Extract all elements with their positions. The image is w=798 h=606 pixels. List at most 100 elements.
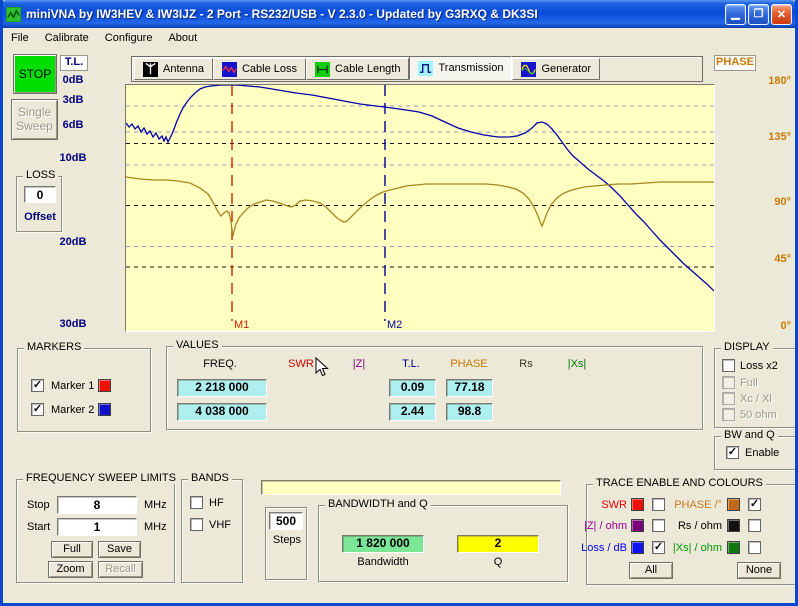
cable-length-icon — [315, 62, 330, 77]
tab-generator[interactable]: Generator — [512, 58, 600, 80]
tl-tick-30db: 30dB — [51, 318, 95, 330]
sweep-group-title: FREQUENCY SWEEP LIMITS — [23, 472, 179, 484]
phase-value-m1: 77.18 — [446, 379, 493, 397]
close-button[interactable]: ✕ — [771, 4, 792, 25]
trace-phase-label: PHASE /° — [667, 499, 722, 511]
tl-tick-10db: 10dB — [51, 152, 95, 164]
menu-calibrate[interactable]: Calibrate — [37, 30, 97, 46]
bwq-enable-checkbox[interactable] — [726, 446, 739, 459]
trace-swr-label: SWR — [587, 499, 627, 511]
values-header-tl: T.L. — [381, 358, 441, 370]
trace-swr-swatch[interactable] — [631, 498, 644, 511]
band-hf-label: HF — [209, 497, 224, 509]
phase-tick-0: 0° — [747, 320, 791, 332]
bandwidth-value: 1 820 000 — [342, 535, 424, 553]
generator-icon — [521, 62, 536, 77]
marker2-checkbox[interactable] — [31, 403, 44, 416]
trace-loss-label: Loss / dB — [577, 542, 627, 554]
sweep-stop-label: Stop — [27, 499, 50, 511]
tl-tick-3db: 3dB — [51, 94, 95, 106]
chart-area[interactable]: M1M2 — [125, 84, 715, 332]
marker1-checkbox[interactable] — [31, 379, 44, 392]
chart-svg: M1M2 — [126, 85, 714, 331]
tl-tick-20db: 20dB — [51, 236, 95, 248]
trace-rs-swatch[interactable] — [727, 519, 740, 532]
titlebar: miniVNA by IW3HEV & IW3IJZ - 2 Port - RS… — [0, 0, 798, 28]
trace-phase-checkbox[interactable] — [748, 498, 761, 511]
sweep-group: FREQUENCY SWEEP LIMITS Stop MHz Start MH… — [16, 479, 175, 583]
bandwidth-q-group: BANDWIDTH and Q 1 820 000 Bandwidth 2 Q — [318, 505, 568, 582]
tab-generator-label: Generator — [541, 63, 591, 75]
recall-button[interactable]: Recall — [98, 561, 143, 578]
svg-text:M1: M1 — [234, 319, 249, 331]
display-xcxl-label: Xc / Xl — [740, 393, 772, 405]
trace-group: TRACE ENABLE AND COLOURS SWR PHASE /° |Z… — [586, 484, 796, 585]
menu-configure[interactable]: Configure — [97, 30, 161, 46]
band-hf-checkbox[interactable] — [190, 496, 203, 509]
menubar: File Calibrate Configure About — [3, 28, 795, 48]
trace-none-button[interactable]: None — [737, 562, 781, 579]
trace-xs-checkbox[interactable] — [748, 541, 761, 554]
loss-group-title: LOSS — [23, 169, 58, 181]
menu-file[interactable]: File — [3, 30, 37, 46]
trace-z-label: |Z| / ohm — [582, 520, 627, 532]
display-group-title: DISPLAY — [721, 341, 773, 353]
mouse-cursor-icon — [315, 357, 329, 378]
display-full-checkbox — [722, 376, 735, 389]
bandwidth-q-group-title: BANDWIDTH and Q — [325, 498, 431, 510]
loss-offset-input[interactable] — [24, 186, 56, 203]
trace-rs-label: Rs / ohm — [667, 520, 722, 532]
phase-tick-45: 45° — [747, 253, 791, 265]
bands-group: BANDS HF VHF — [181, 479, 243, 583]
display-xcxl-checkbox — [722, 392, 735, 405]
markers-group-title: MARKERS — [24, 341, 84, 353]
trace-group-title: TRACE ENABLE AND COLOURS — [593, 477, 766, 489]
tabbar: Antenna Cable Loss Cable Length Transmis… — [131, 56, 703, 82]
single-sweep-label-2: Sweep — [16, 119, 53, 133]
marker1-color-swatch[interactable] — [98, 379, 111, 392]
tab-antenna[interactable]: Antenna — [134, 58, 213, 80]
sweep-stop-input[interactable] — [57, 496, 137, 514]
values-header-freq: FREQ. — [190, 358, 250, 370]
phase-scale-title: PHASE — [714, 55, 756, 71]
save-button[interactable]: Save — [98, 541, 141, 558]
markers-group: MARKERS Marker 1 Marker 2 — [17, 348, 151, 432]
bands-group-title: BANDS — [188, 472, 232, 484]
phase-value-m2: 98.8 — [446, 403, 493, 421]
trace-loss-swatch[interactable] — [631, 541, 644, 554]
cable-loss-icon — [222, 62, 237, 77]
trace-rs-checkbox[interactable] — [748, 519, 761, 532]
phase-tick-90: 90° — [747, 196, 791, 208]
marker2-color-swatch[interactable] — [98, 403, 111, 416]
tl-tick-6db: 6dB — [51, 119, 95, 131]
phase-tick-180: 180° — [747, 75, 791, 87]
maximize-button[interactable]: ❐ — [748, 4, 769, 25]
display-lossx2-checkbox[interactable] — [722, 359, 735, 372]
sweep-start-input[interactable] — [57, 518, 137, 536]
q-value: 2 — [457, 535, 539, 553]
trace-xs-swatch[interactable] — [727, 541, 740, 554]
steps-box: Steps — [265, 507, 307, 580]
sweep-start-label: Start — [27, 521, 50, 533]
steps-input[interactable] — [269, 512, 303, 530]
values-header-z: |Z| — [329, 358, 389, 370]
tl-scale-title: T.L. — [60, 55, 88, 71]
menu-about[interactable]: About — [160, 30, 205, 46]
full-button[interactable]: Full — [51, 541, 93, 558]
trace-z-swatch[interactable] — [631, 519, 644, 532]
tab-cable-length[interactable]: Cable Length — [306, 58, 409, 80]
display-50ohm-checkbox — [722, 408, 735, 421]
tab-cable-loss-label: Cable Loss — [242, 63, 297, 75]
tab-cable-loss[interactable]: Cable Loss — [213, 58, 306, 80]
trace-all-button[interactable]: All — [629, 562, 673, 579]
tab-transmission[interactable]: Transmission — [409, 56, 512, 80]
trace-swr-checkbox[interactable] — [652, 498, 665, 511]
minimize-button[interactable]: ▁ — [725, 4, 746, 25]
tl-tick-0db: 0dB — [51, 74, 95, 86]
trace-z-checkbox[interactable] — [652, 519, 665, 532]
band-vhf-checkbox[interactable] — [190, 518, 203, 531]
zoom-button[interactable]: Zoom — [48, 561, 93, 578]
values-group-title: VALUES — [173, 339, 222, 351]
display-50ohm-label: 50 ohm — [740, 409, 777, 421]
trace-phase-swatch[interactable] — [727, 498, 740, 511]
